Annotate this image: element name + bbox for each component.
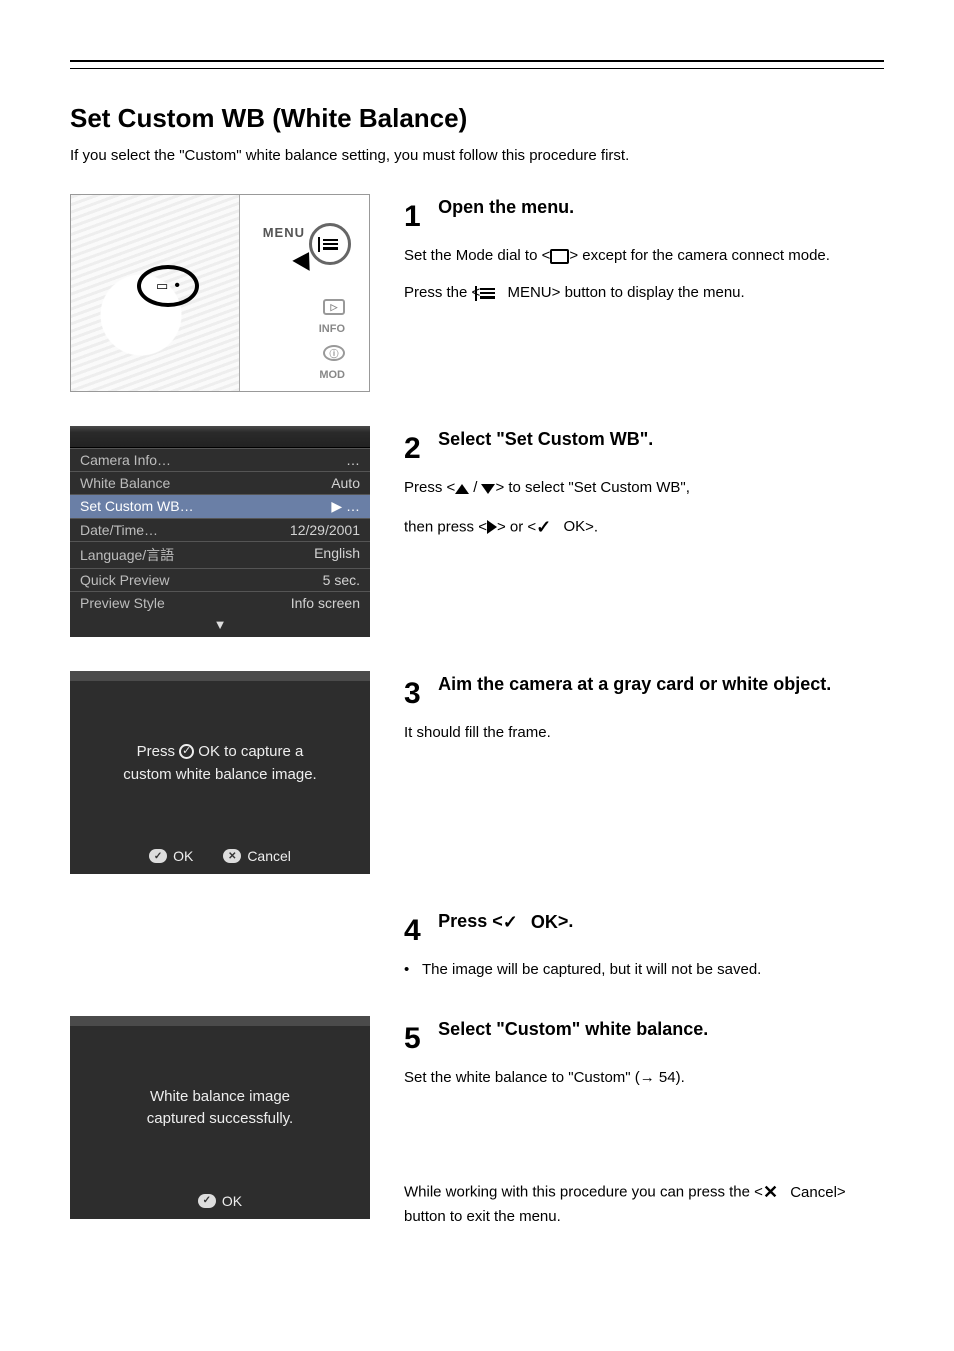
scroll-down-icon: ▼: [70, 614, 370, 637]
prompt-line: custom white balance image.: [94, 764, 346, 787]
ok-action: ✓OK: [149, 848, 193, 864]
step-1: ▭ • MENU ▷ INFO ⓘ MOD 1 Open the menu.: [70, 194, 884, 392]
step-text: It should fill the frame.: [404, 722, 884, 745]
section-intro: If you select the "Custom" white balance…: [70, 146, 884, 166]
step-note: While working with this procedure you ca…: [404, 1179, 884, 1229]
menu-row: Set Custom WB…▶ …: [70, 494, 370, 518]
step-number: 2: [404, 426, 434, 471]
step-heading: Aim the camera at a gray card or white o…: [438, 674, 831, 694]
step-text: then press <> or <✓ OK>.: [404, 514, 884, 541]
step-text: Press the < MENU> button to display the …: [404, 282, 884, 305]
step-number: 4: [404, 908, 434, 953]
step-number: 5: [404, 1016, 434, 1061]
x-icon: ✕: [763, 1179, 778, 1206]
step-heading: Select "Custom" white balance.: [438, 1019, 708, 1039]
camera-menu-screenshot: Camera Info……White BalanceAutoSet Custom…: [70, 426, 370, 637]
step-5: White balance image captured successfull…: [70, 1016, 884, 1229]
step-heading: Open the menu.: [438, 197, 574, 217]
i-button-icon: ⓘ: [323, 345, 345, 361]
ok-circled-icon: [179, 744, 194, 759]
step-4: 4 Press <✓ OK>. • The image will be capt…: [70, 908, 884, 982]
up-arrow-icon: [455, 484, 469, 494]
capture-success-screenshot: White balance image captured successfull…: [70, 1016, 370, 1219]
step-number: 3: [404, 671, 434, 716]
check-icon: ✓: [536, 514, 551, 541]
prompt-line: Press OK to capture a: [94, 741, 346, 764]
mode-dial-icon: ▭ •: [137, 265, 199, 307]
check-icon: ✓: [503, 909, 518, 936]
camera-illustration: ▭ • MENU ▷ INFO ⓘ MOD: [70, 194, 370, 392]
cancel-action: ✕Cancel: [223, 848, 291, 864]
success-line: captured successfully.: [94, 1108, 346, 1131]
info-button-icon: INFO: [319, 323, 345, 335]
down-arrow-icon: [481, 484, 495, 494]
play-button-icon: ▷: [323, 299, 345, 315]
step-text: Press </> to select "Set Custom WB",: [404, 477, 884, 500]
menu-row: Date/Time…12/29/2001: [70, 518, 370, 541]
menu-row: White BalanceAuto: [70, 471, 370, 494]
ok-action: ✓OK: [198, 1193, 242, 1209]
step-2: Camera Info……White BalanceAutoSet Custom…: [70, 426, 884, 637]
menu-row: Language/言語English: [70, 541, 370, 568]
menu-label: MENU: [263, 225, 305, 240]
mode-dial-glyph-icon: [550, 249, 569, 264]
menu-row: Preview StyleInfo screen: [70, 591, 370, 614]
capture-prompt-screenshot: Press OK to capture a custom white balan…: [70, 671, 370, 874]
mod-button-icon: MOD: [319, 369, 345, 381]
section-title: Set Custom WB (White Balance): [70, 103, 884, 134]
step-heading: Press <✓ OK>.: [438, 911, 573, 931]
step-3: Press OK to capture a custom white balan…: [70, 671, 884, 874]
menu-row: Camera Info……: [70, 448, 370, 471]
step-number: 1: [404, 194, 434, 239]
step-heading: Select "Set Custom WB".: [438, 429, 653, 449]
menu-glyph-icon: [480, 288, 495, 299]
success-line: White balance image: [94, 1086, 346, 1109]
step-text: Set the white balance to "Custom" (→ 54)…: [404, 1067, 884, 1090]
menu-row: Quick Preview5 sec.: [70, 568, 370, 591]
right-arrow-icon: [487, 520, 497, 534]
step-text: Set the Mode dial to <> except for the c…: [404, 245, 884, 268]
step-bullet: • The image will be captured, but it wil…: [404, 959, 884, 982]
